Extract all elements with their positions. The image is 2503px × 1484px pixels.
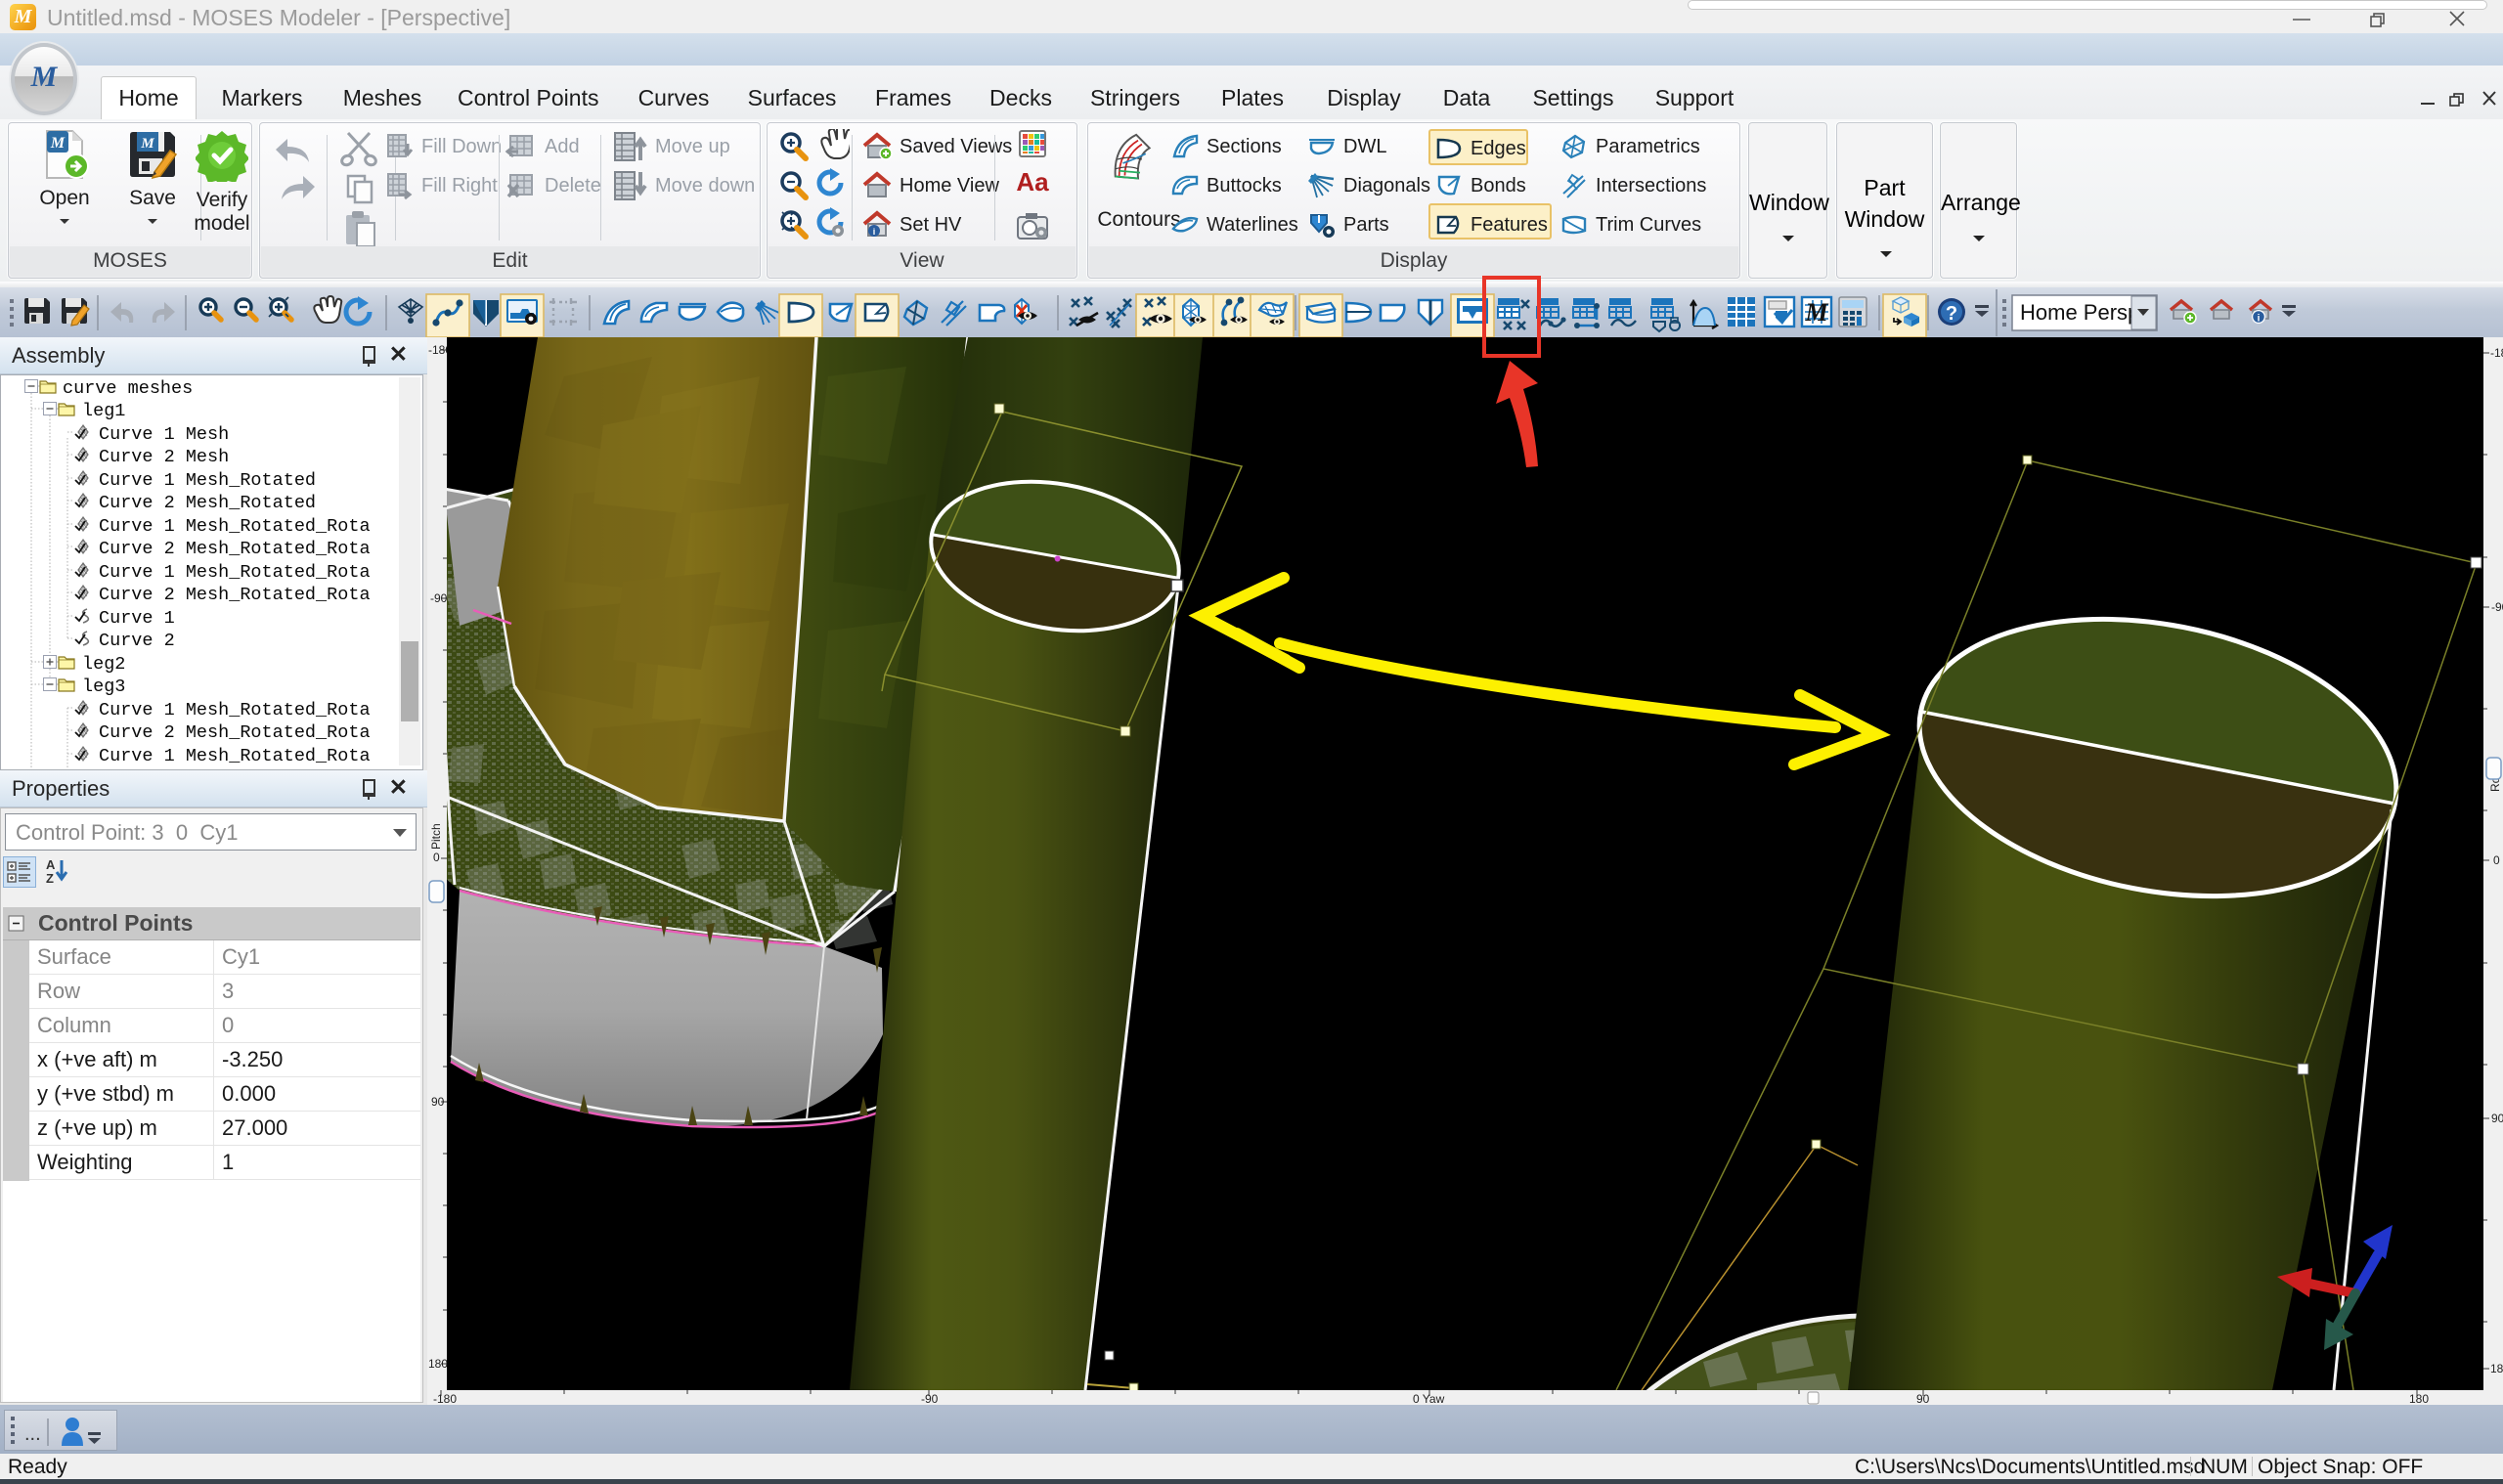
svg-text:180: 180 — [2490, 1362, 2503, 1375]
svg-text:Curve 2 Mesh: Curve 2 Mesh — [99, 447, 229, 467]
svg-text:i: i — [873, 227, 876, 237]
svg-text:M: M — [1804, 298, 1828, 327]
svg-text:Aa: Aa — [1016, 167, 1049, 196]
svg-text:Curve 1 Mesh_Rotated_Rota: Curve 1 Mesh_Rotated_Rota — [99, 562, 371, 583]
svg-text:Curve 1: Curve 1 — [99, 608, 175, 629]
svg-text:Curve 2 Mesh_Rotated_Rota: Curve 2 Mesh_Rotated_Rota — [99, 722, 371, 743]
svg-text:Curve 1 Mesh_Rotated_Rota: Curve 1 Mesh_Rotated_Rota — [99, 516, 371, 537]
svg-text:Curve 1 Mesh_Rotated: Curve 1 Mesh_Rotated — [99, 470, 316, 491]
svg-text:-90: -90 — [2491, 600, 2503, 614]
svg-text:M: M — [140, 136, 154, 152]
svg-text:M: M — [50, 135, 66, 152]
svg-text:-180: -180 — [428, 343, 447, 357]
svg-text:Curve 1 Mesh: Curve 1 Mesh — [99, 424, 229, 445]
svg-text:curve meshes: curve meshes — [63, 378, 193, 399]
svg-text:0 Yaw: 0 Yaw — [1413, 1392, 1445, 1405]
svg-text:?: ? — [1946, 303, 1957, 325]
svg-text:Curve 1 Mesh_Rotated_Rota: Curve 1 Mesh_Rotated_Rota — [99, 700, 371, 720]
svg-text:Z: Z — [46, 871, 54, 886]
svg-text:180: 180 — [2409, 1392, 2429, 1405]
svg-text:leg3: leg3 — [82, 677, 125, 697]
svg-text:leg2: leg2 — [82, 654, 125, 675]
svg-text:leg1: leg1 — [82, 401, 125, 421]
svg-text:90: 90 — [431, 1095, 445, 1109]
svg-text:Curve 2 Mesh_Rotated_Rota: Curve 2 Mesh_Rotated_Rota — [99, 585, 371, 605]
svg-text:0: 0 — [433, 851, 440, 864]
svg-text:Curve 2 Mesh_Rotated: Curve 2 Mesh_Rotated — [99, 493, 316, 513]
svg-text:Curve 2: Curve 2 — [99, 631, 175, 651]
svg-text:90: 90 — [1916, 1392, 1930, 1405]
svg-text:Curve 1 Mesh_Rotated_Rota: Curve 1 Mesh_Rotated_Rota — [99, 746, 371, 766]
svg-text:A: A — [46, 857, 56, 872]
svg-text:-180: -180 — [2490, 346, 2503, 360]
svg-text:Curve 2 Mesh_Rotated_Rota: Curve 2 Mesh_Rotated_Rota — [99, 539, 371, 559]
svg-text:-90: -90 — [921, 1392, 939, 1405]
svg-text:90: 90 — [2491, 1112, 2503, 1125]
svg-text:Home Persp: Home Persp — [2020, 300, 2139, 325]
svg-text:i: i — [2258, 314, 2261, 325]
svg-text:Pitch: Pitch — [429, 823, 443, 850]
svg-text:0: 0 — [2493, 853, 2500, 867]
svg-text:180: 180 — [428, 1357, 447, 1371]
svg-text:...: ... — [24, 1423, 41, 1445]
svg-text:-180: -180 — [433, 1392, 457, 1405]
svg-text:-90: -90 — [430, 591, 447, 605]
